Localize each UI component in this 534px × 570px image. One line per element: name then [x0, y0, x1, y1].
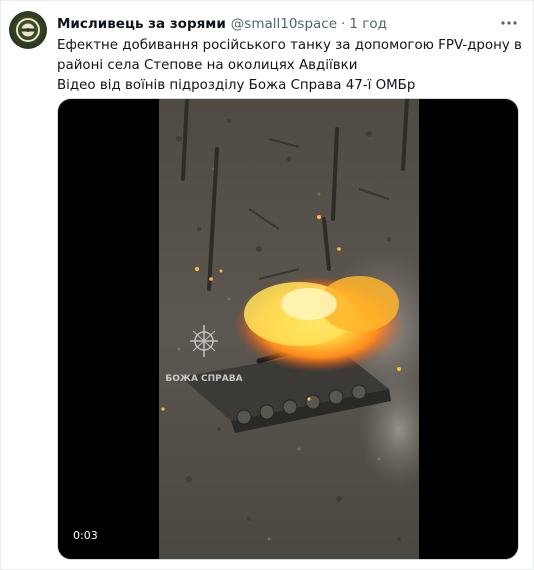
- tweet-text-line: Відео від воїнів підрозділу Божа Справа …: [57, 78, 416, 93]
- more-horizontal-icon: [501, 21, 517, 25]
- user-handle[interactable]: @small10space: [231, 16, 337, 32]
- tweet-card[interactable]: Мисливець за зорями @small10space · 1 го…: [0, 0, 534, 570]
- timestamp[interactable]: 1 год: [349, 16, 387, 32]
- more-options-button[interactable]: [499, 13, 519, 33]
- video-player[interactable]: БОЖА СПРАВА 0:03: [57, 98, 519, 560]
- tweet-text-line: Ефектне добивання російського танку за д…: [57, 38, 522, 53]
- display-name[interactable]: Мисливець за зорями: [57, 16, 226, 32]
- tweet-text: Ефектне добивання російського танку за д…: [57, 36, 525, 96]
- video-frame[interactable]: БОЖА СПРАВА: [159, 99, 419, 559]
- separator-dot: ·: [341, 16, 346, 32]
- video-still-image: БОЖА СПРАВА: [159, 99, 419, 559]
- tweet-header: Мисливець за зорями @small10space · 1 го…: [57, 14, 387, 34]
- tweet-text-line: районі села Степове на околицях Авдіївки: [57, 58, 358, 73]
- avatar[interactable]: [9, 11, 47, 49]
- fire-shape: [234, 276, 404, 372]
- video-duration: 0:03: [73, 529, 98, 542]
- avatar-emblem-icon: [16, 18, 40, 42]
- unit-watermark-text: БОЖА СПРАВА: [165, 374, 242, 384]
